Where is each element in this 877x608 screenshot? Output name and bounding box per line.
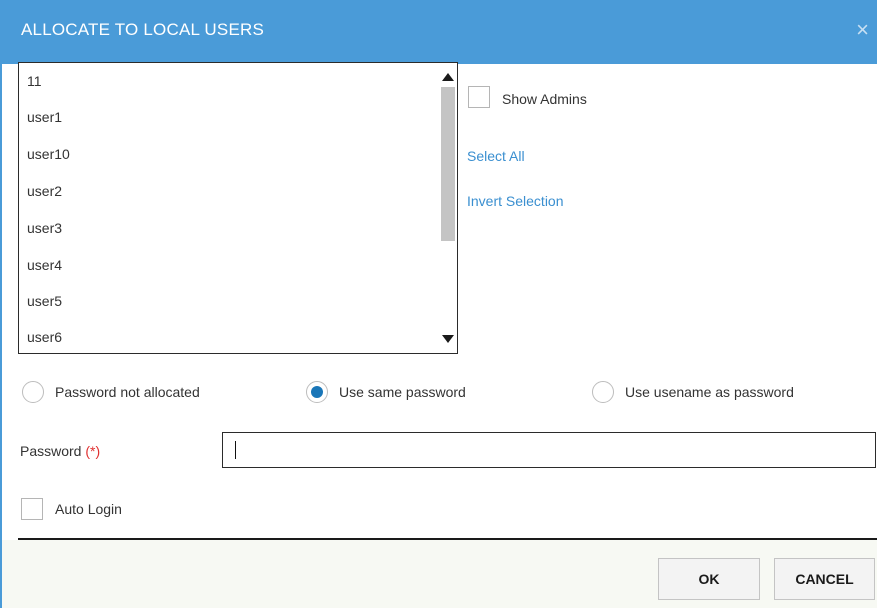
password-input[interactable] — [222, 432, 876, 468]
dialog-left-border — [0, 64, 2, 608]
user-listbox[interactable]: 11 user1 user10 user2 user3 user4 user5 … — [18, 62, 458, 354]
show-admins-label: Show Admins — [502, 91, 587, 107]
radio-password-not-allocated[interactable] — [22, 381, 44, 403]
password-label-text: Password — [20, 443, 82, 459]
auto-login-checkbox[interactable] — [21, 498, 43, 520]
list-item[interactable]: user3 — [27, 220, 62, 236]
list-item[interactable]: user2 — [27, 183, 62, 199]
list-item[interactable]: user1 — [27, 109, 62, 125]
invert-selection-link[interactable]: Invert Selection — [467, 193, 564, 209]
radio-use-same-password[interactable] — [306, 381, 328, 403]
radio-label-use-username-as-password: Use usename as password — [625, 384, 794, 400]
required-marker: (*) — [85, 443, 101, 459]
list-item[interactable]: user4 — [27, 257, 62, 273]
scroll-up-arrow-icon[interactable] — [442, 73, 454, 81]
list-scrollbar[interactable] — [439, 63, 457, 353]
list-item[interactable]: user6 — [27, 329, 62, 345]
scroll-thumb[interactable] — [441, 87, 455, 241]
radio-label-use-same-password: Use same password — [339, 384, 466, 400]
close-icon[interactable]: × — [856, 16, 869, 44]
auto-login-label: Auto Login — [55, 501, 122, 517]
list-item[interactable]: user5 — [27, 293, 62, 309]
dialog-title-bar: ALLOCATE TO LOCAL USERS × — [0, 0, 877, 64]
select-all-link[interactable]: Select All — [467, 148, 525, 164]
radio-use-username-as-password[interactable] — [592, 381, 614, 403]
radio-label-password-not-allocated: Password not allocated — [55, 384, 200, 400]
text-cursor — [235, 441, 236, 459]
password-label: Password (*) — [20, 443, 100, 459]
dialog-title: ALLOCATE TO LOCAL USERS — [21, 20, 264, 39]
ok-button[interactable]: OK — [658, 558, 760, 600]
scroll-down-arrow-icon[interactable] — [442, 335, 454, 343]
list-item[interactable]: user10 — [27, 146, 70, 162]
show-admins-checkbox[interactable] — [468, 86, 490, 108]
cancel-button[interactable]: CANCEL — [774, 558, 875, 600]
list-item[interactable]: 11 — [27, 73, 42, 89]
